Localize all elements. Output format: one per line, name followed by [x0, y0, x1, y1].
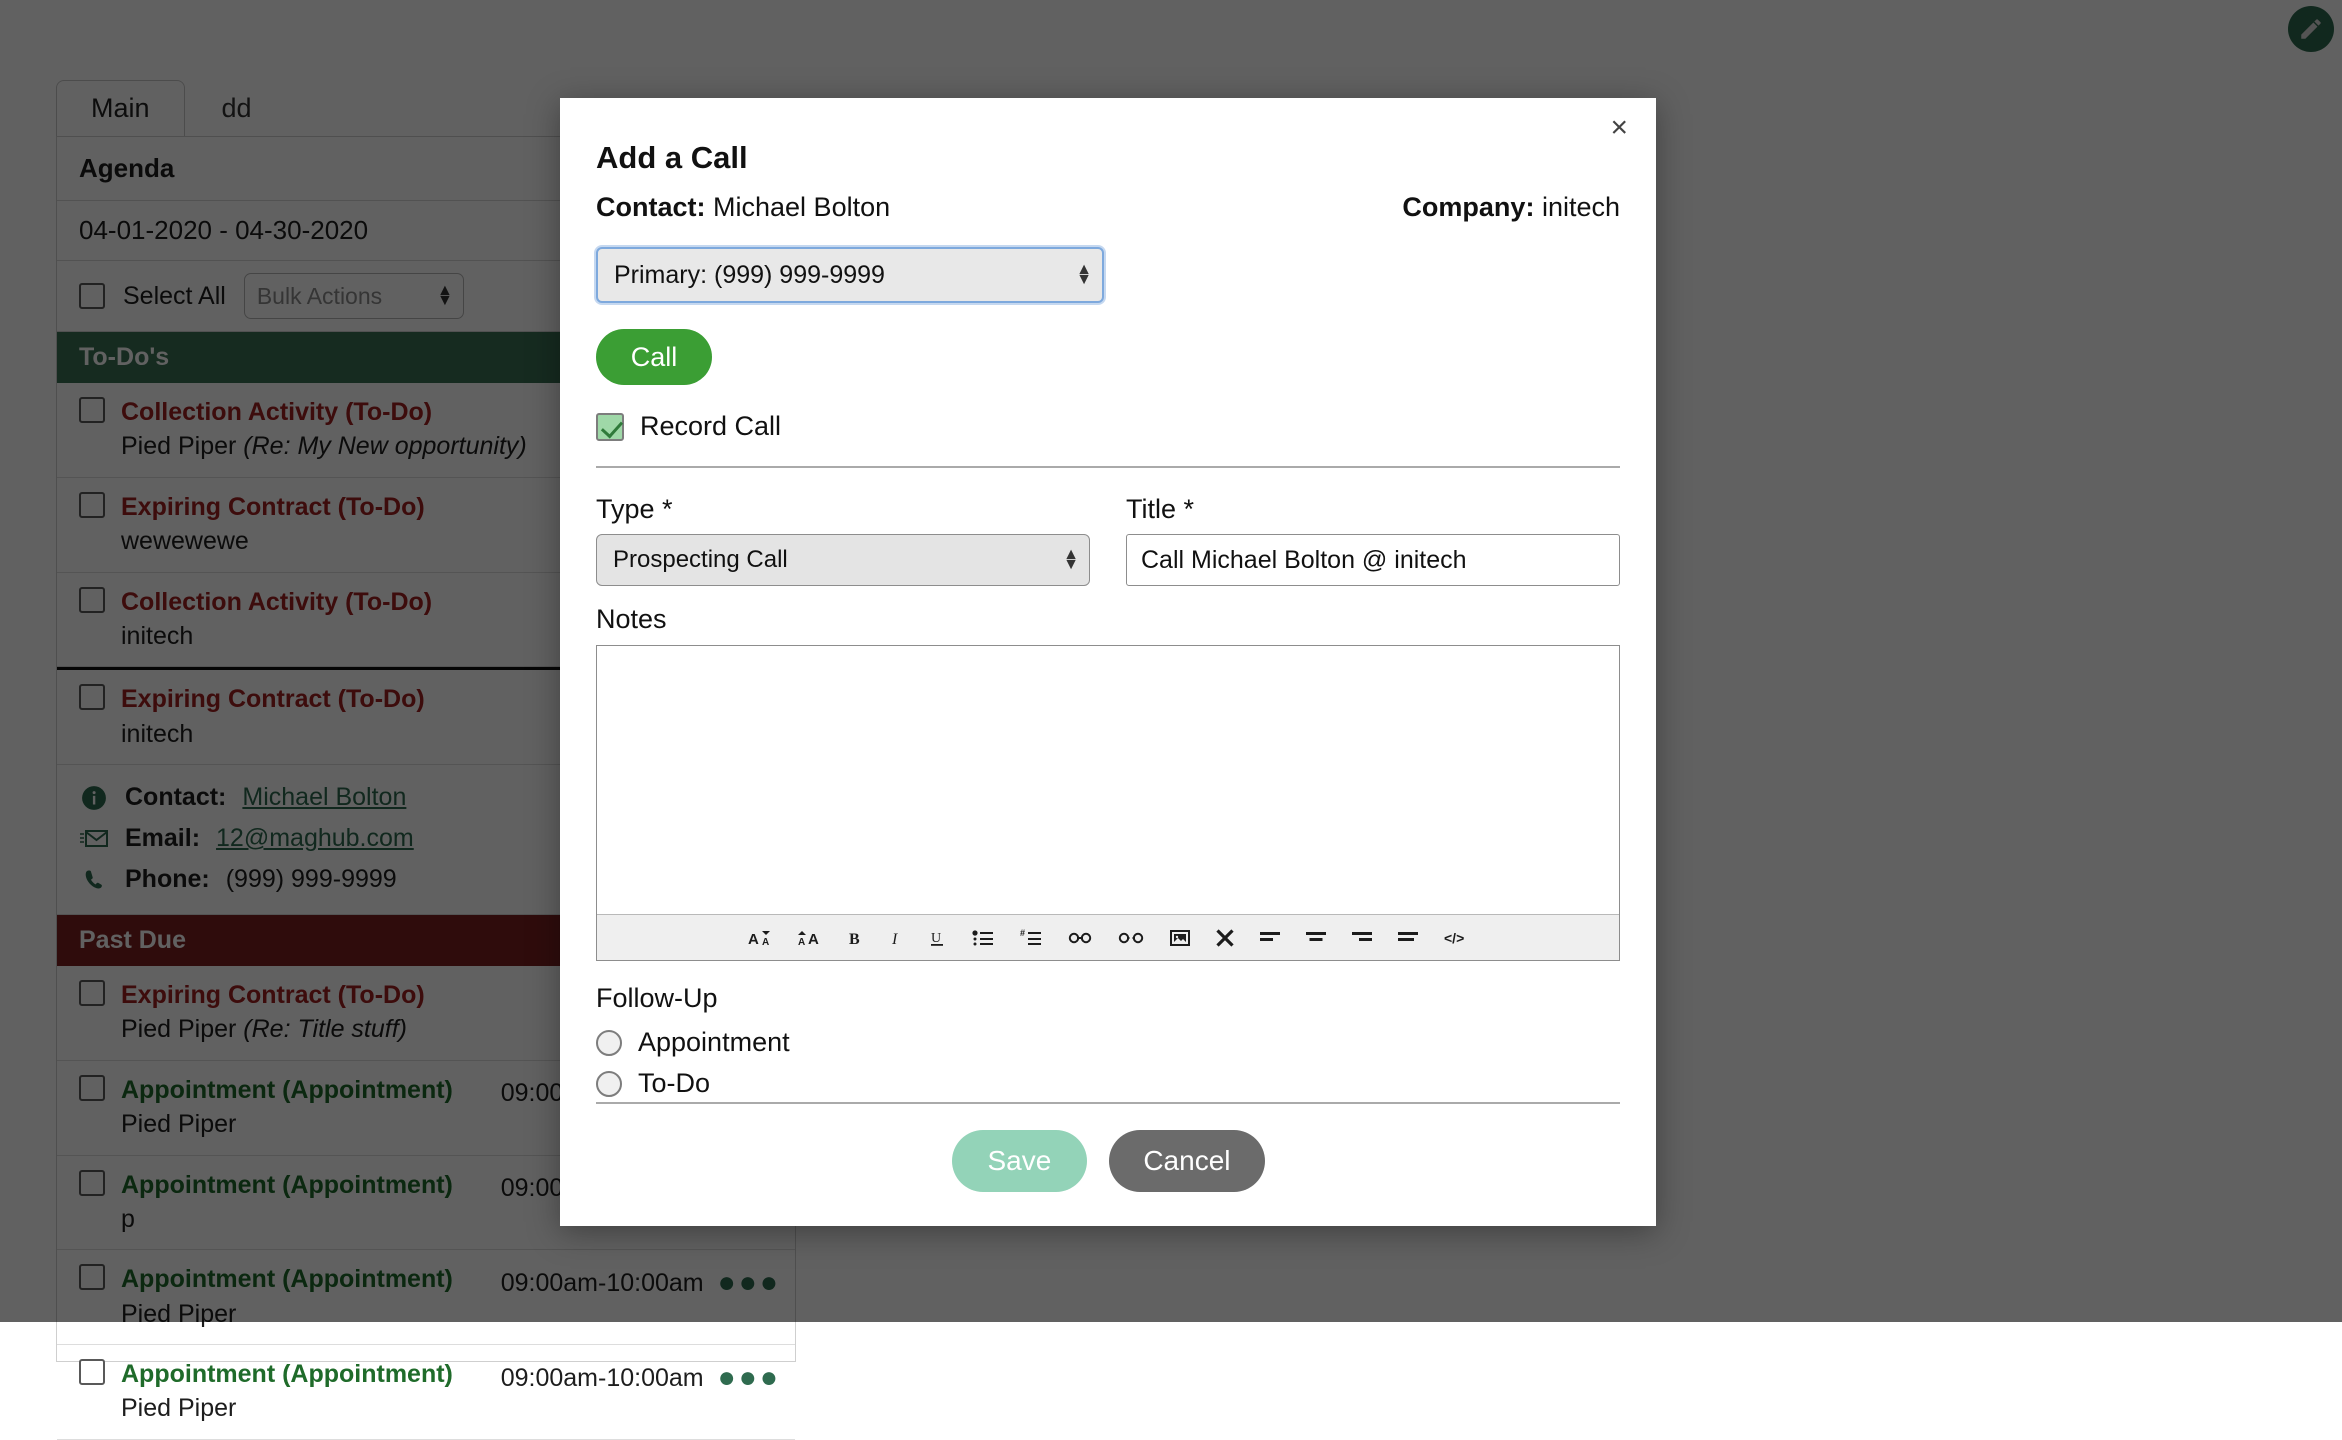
- divider: [596, 466, 1620, 468]
- title-field-group: Title * Call Michael Bolton @ initech: [1126, 494, 1620, 586]
- font-size-decrease-icon[interactable]: AA: [748, 915, 772, 960]
- radio-appointment-label: Appointment: [638, 1027, 790, 1058]
- svg-text:U: U: [931, 931, 941, 946]
- notes-textarea[interactable]: [597, 646, 1619, 914]
- svg-text:I: I: [891, 931, 898, 948]
- modal-company-label: Company:: [1402, 192, 1534, 222]
- modal-body: Add a Call Contact: Michael Bolton Compa…: [560, 98, 1656, 1102]
- type-value: Prospecting Call: [613, 546, 788, 574]
- row-subtitle: Pied Piper: [121, 1392, 485, 1425]
- notes-editor: AA AA B I U #: [596, 645, 1620, 961]
- followup-option-todo[interactable]: To-Do: [596, 1063, 1620, 1102]
- record-call-label: Record Call: [640, 411, 781, 442]
- add-call-modal: × Add a Call Contact: Michael Bolton Com…: [560, 98, 1656, 1226]
- row-title[interactable]: Appointment (Appointment): [121, 1359, 485, 1390]
- row-checkbox[interactable]: [79, 1359, 105, 1385]
- code-view-icon[interactable]: </>: [1444, 915, 1468, 960]
- svg-text:</>: </>: [1444, 930, 1464, 946]
- modal-contact-value: Michael Bolton: [713, 192, 890, 222]
- record-call-row: Record Call: [596, 411, 1620, 442]
- chevron-updown-icon: ▲▼: [1063, 550, 1079, 570]
- modal-footer: Save Cancel: [596, 1102, 1620, 1226]
- chevron-updown-icon: ▲▼: [1076, 265, 1092, 285]
- notes-toolbar: AA AA B I U #: [597, 914, 1619, 960]
- underline-icon[interactable]: U: [930, 915, 946, 960]
- font-size-increase-icon[interactable]: AA: [798, 915, 822, 960]
- call-button[interactable]: Call: [596, 329, 712, 385]
- svg-text:A: A: [808, 931, 819, 948]
- link-icon[interactable]: [1068, 915, 1092, 960]
- align-left-icon[interactable]: [1260, 915, 1280, 960]
- align-justify-icon[interactable]: [1398, 915, 1418, 960]
- notes-label: Notes: [596, 604, 1620, 635]
- type-field-group: Type * Prospecting Call ▲▼: [596, 494, 1090, 586]
- type-label: Type *: [596, 494, 1090, 525]
- radio-appointment[interactable]: [596, 1030, 622, 1056]
- unlink-icon[interactable]: [1118, 915, 1144, 960]
- modal-company: Company: initech: [1402, 192, 1620, 223]
- row-account: Pied Piper: [121, 1394, 236, 1422]
- remove-format-icon[interactable]: [1216, 915, 1234, 960]
- svg-text:A: A: [748, 931, 759, 948]
- table-row[interactable]: Appointment (Appointment) Pied Piper 09:…: [57, 1345, 795, 1440]
- svg-text:A: A: [762, 937, 769, 948]
- radio-todo[interactable]: [596, 1071, 622, 1097]
- close-icon[interactable]: ×: [1604, 112, 1634, 144]
- phone-number-value: Primary: (999) 999-9999: [614, 261, 885, 290]
- svg-text:A: A: [798, 937, 805, 948]
- bold-icon[interactable]: B: [848, 915, 864, 960]
- title-input-value: Call Michael Bolton @ initech: [1141, 546, 1467, 575]
- title-input[interactable]: Call Michael Bolton @ initech: [1126, 534, 1620, 586]
- svg-text:B: B: [849, 931, 860, 948]
- cancel-button[interactable]: Cancel: [1109, 1130, 1264, 1192]
- image-icon[interactable]: [1170, 915, 1190, 960]
- type-title-row: Type * Prospecting Call ▲▼ Title * Call …: [596, 494, 1620, 586]
- phone-number-select[interactable]: Primary: (999) 999-9999 ▲▼: [596, 247, 1104, 303]
- bullet-list-icon[interactable]: [972, 915, 994, 960]
- modal-title: Add a Call: [596, 140, 1620, 176]
- title-label: Title *: [1126, 494, 1620, 525]
- radio-todo-label: To-Do: [638, 1068, 710, 1099]
- row-time: 09:00am-10:00am: [501, 1364, 704, 1393]
- save-button[interactable]: Save: [952, 1130, 1088, 1192]
- numbered-list-icon[interactable]: #: [1020, 915, 1042, 960]
- modal-company-value: initech: [1542, 192, 1620, 222]
- record-call-checkbox[interactable]: [596, 413, 624, 441]
- align-center-icon[interactable]: [1306, 915, 1326, 960]
- row-menu-icon[interactable]: ●●●: [718, 1363, 781, 1393]
- modal-contact-label: Contact:: [596, 192, 706, 222]
- italic-icon[interactable]: I: [890, 915, 904, 960]
- followup-option-appointment[interactable]: Appointment: [596, 1022, 1620, 1063]
- svg-text:#: #: [1020, 929, 1025, 938]
- contact-company-row: Contact: Michael Bolton Company: initech: [596, 192, 1620, 223]
- align-right-icon[interactable]: [1352, 915, 1372, 960]
- type-select[interactable]: Prospecting Call ▲▼: [596, 534, 1090, 586]
- followup-label: Follow-Up: [596, 983, 1620, 1014]
- modal-contact: Contact: Michael Bolton: [596, 192, 890, 223]
